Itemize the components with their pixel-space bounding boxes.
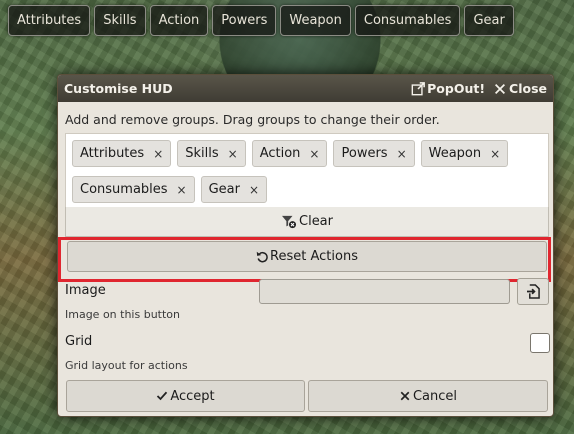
tag-label: Skills [185, 146, 219, 161]
group-tag[interactable]: Attributes × [72, 140, 172, 167]
clear-label: Clear [299, 214, 333, 229]
check-icon [157, 391, 168, 401]
group-tag[interactable]: Gear × [200, 176, 268, 203]
image-label: Image [65, 283, 106, 298]
dialog-title: Customise HUD [64, 81, 173, 96]
remove-tag-icon[interactable]: × [397, 147, 407, 161]
hud-button-consumables[interactable]: Consumables [354, 5, 461, 36]
tag-row: Consumables × Gear × [72, 176, 542, 203]
accept-label: Accept [170, 388, 215, 404]
hud-button-powers[interactable]: Powers [212, 5, 277, 36]
remove-tag-icon[interactable]: × [309, 147, 319, 161]
undo-icon [256, 251, 268, 262]
grid-label: Grid [65, 334, 93, 349]
group-tag[interactable]: Skills × [177, 140, 246, 167]
grid-note: Grid layout for actions [65, 359, 188, 372]
remove-tag-icon[interactable]: × [249, 183, 259, 197]
tag-label: Attributes [80, 146, 145, 161]
hud-button-gear[interactable]: Gear [464, 5, 514, 36]
group-tag[interactable]: Weapon × [420, 140, 509, 167]
tag-label: Action [259, 146, 301, 161]
close-icon [400, 391, 410, 401]
hud-button-weapon[interactable]: Weapon [280, 5, 351, 36]
remove-tag-icon[interactable]: × [490, 147, 500, 161]
group-tag[interactable]: Action × [251, 140, 328, 167]
popout-button[interactable]: PopOut! [411, 81, 485, 96]
tag-label: Consumables [80, 182, 168, 197]
image-path-input[interactable] [259, 279, 510, 304]
clear-button[interactable]: Clear [65, 207, 549, 237]
dialog-header[interactable]: Customise HUD PopOut! Close [58, 75, 553, 102]
file-import-icon [526, 284, 540, 299]
tag-label: Gear [208, 182, 240, 197]
group-tag-list: Attributes × Skills × Action × Powers × Weap… [65, 133, 549, 207]
tag-label: Weapon [428, 146, 482, 161]
hud-button-skills[interactable]: Skills [94, 5, 146, 36]
close-icon [495, 83, 506, 94]
hud-button-attributes[interactable]: Attributes [8, 5, 91, 36]
image-note: Image on this button [65, 308, 180, 321]
clear-filter-icon [282, 215, 296, 228]
remove-tag-icon[interactable]: × [177, 183, 187, 197]
instructions-text: Add and remove groups. Drag groups to ch… [65, 112, 440, 127]
close-button[interactable]: Close [493, 81, 547, 96]
token-hud-bar: Attributes Skills Action Powers Weapon C… [8, 5, 514, 37]
remove-tag-icon[interactable]: × [153, 147, 163, 161]
popout-label: PopOut! [427, 81, 486, 96]
customise-hud-dialog: Customise HUD PopOut! Close Add and remo… [57, 74, 554, 417]
remove-tag-icon[interactable]: × [228, 147, 238, 161]
hud-button-action[interactable]: Action [149, 5, 209, 36]
group-tag[interactable]: Powers × [333, 140, 415, 167]
cancel-label: Cancel [412, 388, 458, 404]
tag-row: Attributes × Skills × Action × Powers × Weap… [72, 140, 542, 167]
dialog-body: Add and remove groups. Drag groups to ch… [58, 102, 551, 416]
tag-label: Powers [341, 146, 388, 161]
external-link-icon [411, 81, 426, 95]
grid-checkbox[interactable] [530, 333, 550, 353]
file-picker-button[interactable] [517, 278, 549, 305]
cancel-button[interactable]: Cancel [308, 380, 548, 412]
close-label: Close [509, 81, 547, 96]
reset-actions-label: Reset Actions [270, 249, 358, 264]
reset-actions-button[interactable]: Reset Actions [67, 241, 547, 272]
group-tag[interactable]: Consumables × [72, 176, 195, 203]
accept-button[interactable]: Accept [66, 380, 305, 412]
